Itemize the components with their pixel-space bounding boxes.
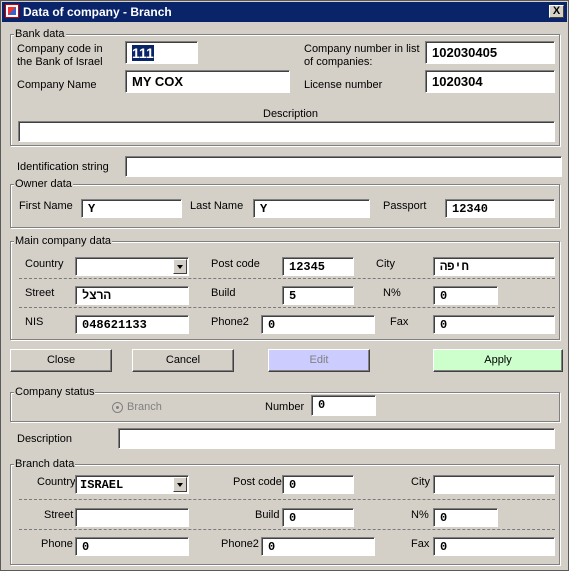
divider [19,499,555,500]
branch-percent-label: N% [411,509,429,521]
branch-data-title: Branch data [14,458,76,470]
main-nis-label: NIS [25,316,44,328]
main-city-label: City [376,258,395,270]
branch-build-label: Build [255,509,280,521]
main-street-label: Street [25,287,55,299]
company-code-label: Company code in the Bank of Israel [17,43,103,68]
owner-data-title: Owner data [14,178,73,190]
window-title: Data of company - Branch [23,5,172,19]
branch-phone-label: Phone [41,538,73,550]
status-number-label: Number [265,401,305,413]
description-label: Description [17,433,73,445]
last-name-label: Last Name [190,200,244,212]
identification-label: Identification string [17,161,109,173]
company-status-title: Company status [14,386,96,398]
branch-city-label: City [411,476,430,488]
main-phone2-label: Phone2 [211,316,249,328]
identification-input[interactable] [125,156,562,177]
first-name-input[interactable]: Y [81,199,182,218]
branch-street-input[interactable] [75,508,189,527]
first-name-label: First Name [19,200,73,212]
main-fax-input[interactable]: 0 [433,315,555,334]
main-company-title: Main company data [14,235,112,247]
branch-phone2-label: Phone2 [221,538,259,550]
main-post-code-label: Post code [211,258,260,270]
description-input[interactable] [118,428,555,449]
main-country-label: Country [25,258,64,270]
branch-fax-input[interactable]: 0 [433,537,555,556]
branch-build-input[interactable]: 0 [282,508,354,527]
license-number-label: License number [304,79,383,91]
main-percent-label: N% [383,287,401,299]
passport-label: Passport [383,200,427,212]
branch-post-code-input[interactable]: 0 [282,475,354,494]
main-percent-input[interactable]: 0 [433,286,498,305]
main-post-code-input[interactable]: 12345 [282,257,354,276]
chevron-down-icon[interactable] [173,477,187,492]
main-nis-input[interactable]: 048621133 [75,315,189,334]
bank-description-label: Description [263,108,319,120]
status-number-input[interactable]: 0 [311,395,376,416]
main-street-input[interactable]: הרצל [75,286,189,305]
branch-country-combo[interactable]: ISRAEL [75,475,189,494]
license-number-input[interactable]: 1020304 [425,70,555,93]
company-code-value: 111 [132,45,154,61]
dialog-window: Data of company - Branch X Bank data Com… [0,0,569,571]
branch-post-code-label: Post code [233,476,282,488]
close-icon[interactable]: X [549,5,564,18]
divider [19,307,555,308]
main-fax-label: Fax [390,316,409,328]
edit-button[interactable]: Edit [268,349,370,372]
branch-radio[interactable] [112,402,123,413]
branch-country-value: ISRAEL [80,478,124,492]
close-button[interactable]: Close [10,349,112,372]
bank-description-input[interactable] [18,121,555,142]
branch-street-label: Street [44,509,74,521]
divider [19,529,555,530]
last-name-input[interactable]: Y [253,199,370,218]
main-build-input[interactable]: 5 [282,286,354,305]
passport-input[interactable]: 12340 [445,199,555,218]
company-code-input[interactable]: 111 [125,41,198,64]
company-name-label: Company Name [17,79,97,91]
branch-phone-input[interactable]: 0 [75,537,189,556]
branch-percent-input[interactable]: 0 [433,508,498,527]
main-country-combo[interactable] [75,257,189,276]
title-bar[interactable]: Data of company - Branch X [2,2,567,22]
main-city-input[interactable]: חיפה [433,257,555,276]
branch-country-label: Country [37,476,76,488]
main-phone2-input[interactable]: 0 [261,315,375,334]
cancel-button[interactable]: Cancel [132,349,234,372]
company-name-input[interactable]: MY COX [125,70,290,93]
divider [19,278,555,279]
apply-button[interactable]: Apply [433,349,563,372]
company-number-label: Company number in list of companies: [304,43,420,68]
branch-fax-label: Fax [411,538,430,550]
chevron-down-icon[interactable] [173,259,187,274]
app-icon [5,4,19,18]
company-number-input[interactable]: 102030405 [425,41,555,64]
branch-radio-label: Branch [127,401,162,413]
branch-phone2-input[interactable]: 0 [261,537,375,556]
main-build-label: Build [211,287,236,299]
bank-data-title: Bank data [14,28,66,40]
branch-city-input[interactable] [433,475,555,494]
